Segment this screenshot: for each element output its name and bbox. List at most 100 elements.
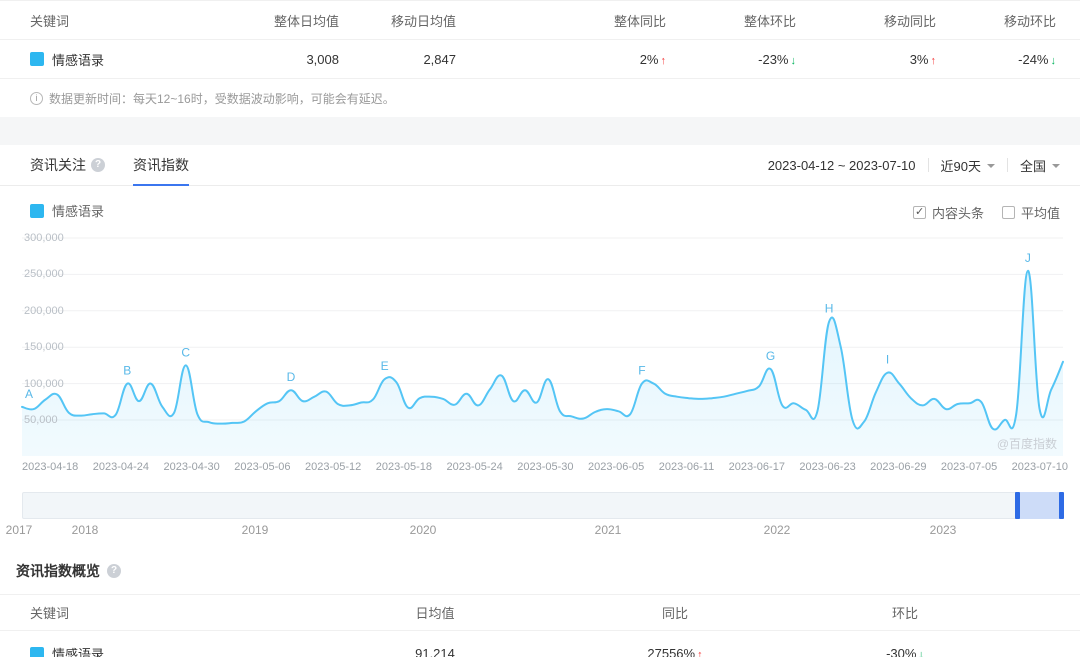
timeline-year-2019: 2019 — [242, 523, 269, 537]
tabs-group: 资讯关注? 资讯指数 — [16, 145, 203, 186]
column-header: 整体日均值 — [230, 11, 343, 30]
x-axis-tick: 2023-06-11 — [659, 461, 714, 473]
overview-title-row: 资讯指数概览 ? — [0, 545, 1080, 581]
chart-checkboxes: 内容头条 平均值 — [913, 203, 1060, 222]
timeline-year-2022: 2022 — [764, 523, 791, 537]
overall-yoy: 2%↑ — [460, 52, 670, 67]
timeline-slider[interactable] — [22, 492, 1062, 519]
keyword-color-swatch — [30, 52, 44, 66]
help-icon[interactable]: ? — [91, 158, 105, 172]
index-overview-section: 资讯指数概览 ? 关键词日均值同比环比 情感语录 91,214 27556%↑ … — [0, 545, 1080, 657]
help-icon[interactable]: ? — [107, 564, 121, 578]
overview-header-row: 关键词日均值同比环比 — [0, 595, 1080, 631]
x-axis-tick: 2023-05-18 — [376, 461, 432, 473]
y-axis-tick: 300,000 — [24, 232, 64, 244]
column-header: 整体环比 — [670, 11, 800, 30]
summary-data-row: 情感语录 3,008 2,847 2%↑ -23%↓ 3%↑ -24%↓ — [0, 40, 1080, 79]
x-axis-tick: 2023-04-30 — [164, 461, 220, 473]
point-label-B: B — [123, 364, 131, 378]
period-dropdown[interactable]: 近90天 — [941, 156, 995, 175]
tab-inactive[interactable]: 资讯关注? — [16, 145, 119, 186]
keyword-label: 情感语录 — [52, 644, 104, 657]
column-header: 日均值 — [280, 603, 590, 622]
tab-label: 资讯关注 — [30, 155, 86, 175]
timeline-year-2017: 2017 — [6, 523, 33, 537]
mobile-daily-avg: 2,847 — [343, 52, 460, 67]
chart-controls: 2023-04-12 ~ 2023-07-10 近90天 全国 — [768, 156, 1060, 175]
trend-chart-card: 资讯关注? 资讯指数 2023-04-12 ~ 2023-07-10 近90天 全… — [0, 145, 1080, 545]
column-header: 关键词 — [30, 11, 230, 30]
checkbox-label: 平均值 — [1021, 203, 1060, 222]
up-arrow-icon: ↑ — [931, 55, 937, 67]
series-name: 情感语录 — [52, 201, 104, 220]
tab-label: 资讯指数 — [133, 155, 189, 175]
checkbox-label: 内容头条 — [932, 203, 984, 222]
mobile-yoy: 3%↑ — [800, 52, 940, 67]
point-label-G: G — [766, 349, 775, 363]
keyword-summary-table: 关键词整体日均值移动日均值整体同比整体环比移动同比移动环比 情感语录 3,008… — [0, 0, 1080, 79]
x-axis-tick: 2023-06-29 — [870, 461, 926, 473]
up-arrow-icon: ↑ — [697, 649, 703, 657]
keyword-label: 情感语录 — [52, 50, 104, 69]
line-chart[interactable]: ABCDEFGHIJ @百度指数 50,000100,000150,000200… — [22, 227, 1063, 456]
x-axis-labels: 2023-04-182023-04-242023-04-302023-05-06… — [22, 461, 1068, 473]
down-arrow-icon: ↓ — [918, 649, 924, 657]
overview-yoy: 27556%↑ — [590, 646, 760, 657]
slider-right-handle[interactable] — [1059, 492, 1064, 519]
section-divider-band — [0, 117, 1080, 145]
overview-daily-avg: 91,214 — [280, 646, 590, 657]
overview-title: 资讯指数概览 — [16, 561, 100, 581]
x-axis-tick: 2023-05-24 — [447, 461, 503, 473]
down-arrow-icon: ↓ — [1051, 55, 1057, 67]
point-label-D: D — [287, 370, 296, 384]
overview-mom: -30%↓ — [760, 646, 1050, 657]
x-axis-tick: 2023-06-17 — [729, 461, 785, 473]
down-arrow-icon: ↓ — [791, 55, 797, 67]
y-axis-tick: 100,000 — [24, 378, 64, 390]
column-header: 整体同比 — [460, 11, 670, 30]
column-header: 同比 — [590, 603, 760, 622]
summary-header-row: 关键词整体日均值移动日均值整体同比整体环比移动同比移动环比 — [0, 1, 1080, 40]
x-axis-tick: 2023-06-23 — [799, 461, 855, 473]
date-range-label[interactable]: 2023-04-12 ~ 2023-07-10 — [768, 158, 916, 173]
x-axis-tick: 2023-04-24 — [93, 461, 149, 473]
overall-daily-avg: 3,008 — [230, 52, 343, 67]
keyword-cell[interactable]: 情感语录 — [30, 50, 230, 69]
overview-data-row: 情感语录 91,214 27556%↑ -30%↓ — [0, 631, 1080, 657]
checkbox-unchecked[interactable]: 平均值 — [1002, 203, 1060, 222]
timeline-year-2018: 2018 — [72, 523, 99, 537]
x-axis-tick: 2023-06-05 — [588, 461, 644, 473]
point-label-I: I — [886, 353, 889, 367]
chart-tabbar: 资讯关注? 资讯指数 2023-04-12 ~ 2023-07-10 近90天 全… — [0, 145, 1080, 186]
overview-table: 关键词日均值同比环比 情感语录 91,214 27556%↑ -30%↓ — [0, 594, 1080, 657]
keyword-summary-card: 关键词整体日均值移动日均值整体同比整体环比移动同比移动环比 情感语录 3,008… — [0, 0, 1080, 117]
y-axis-tick: 150,000 — [24, 341, 64, 353]
divider — [928, 158, 929, 172]
checkbox-icon — [1002, 206, 1015, 219]
watermark: @百度指数 — [997, 435, 1057, 452]
column-header: 移动日均值 — [343, 11, 460, 30]
column-header: 移动同比 — [800, 11, 940, 30]
divider — [1007, 158, 1008, 172]
y-axis-tick: 200,000 — [24, 305, 64, 317]
keyword-cell[interactable]: 情感语录 — [30, 644, 280, 657]
column-header: 移动环比 — [940, 11, 1060, 30]
region-dropdown[interactable]: 全国 — [1020, 156, 1060, 175]
chart-canvas: ABCDEFGHIJ — [22, 227, 1063, 456]
point-label-J: J — [1025, 251, 1031, 265]
y-axis-tick: 250,000 — [24, 268, 64, 280]
slider-left-handle[interactable] — [1015, 492, 1020, 519]
mobile-mom: -24%↓ — [940, 52, 1060, 67]
chevron-down-icon — [1052, 164, 1060, 168]
tab-active[interactable]: 资讯指数 — [119, 145, 203, 186]
point-label-E: E — [381, 359, 389, 373]
slider-selected-range[interactable] — [1017, 492, 1063, 519]
checkbox-checked[interactable]: 内容头条 — [913, 203, 984, 222]
point-label-C: C — [181, 345, 190, 359]
series-color-swatch — [30, 204, 44, 218]
chart-legend[interactable]: 情感语录 — [30, 201, 104, 220]
keyword-color-swatch — [30, 647, 44, 657]
checkbox-icon — [913, 206, 926, 219]
x-axis-tick: 2023-05-06 — [234, 461, 290, 473]
info-icon: i — [30, 92, 43, 105]
